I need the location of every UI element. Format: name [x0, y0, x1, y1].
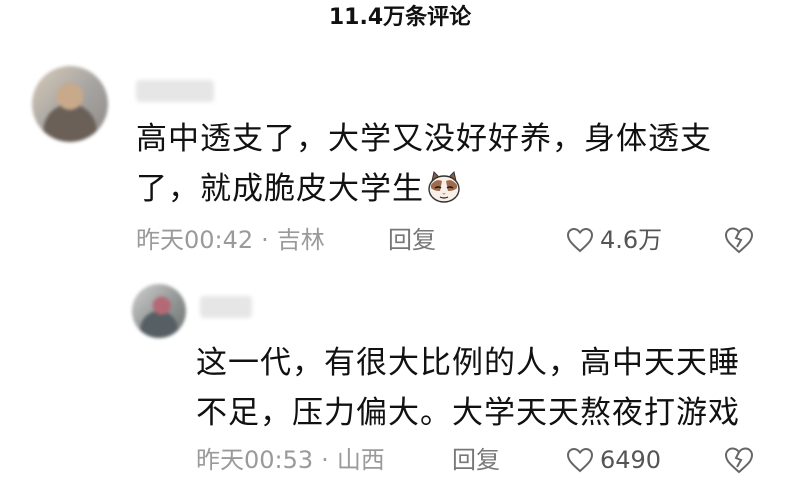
reply-location: 山西 [336, 446, 385, 474]
username-blurred[interactable] [136, 80, 214, 102]
like-button[interactable]: 4.6万 [566, 225, 662, 255]
reply-text-line: 这一代，有很大比例的人，高中天天睡 [196, 345, 740, 381]
comment-text-line: 高中透支了，大学又没好好养，身体透支 [136, 121, 712, 157]
cat-face-icon [426, 169, 462, 205]
reply-text: 这一代，有很大比例的人，高中天天睡 不足，压力偏大。大学天天熬夜打游戏 [196, 338, 786, 438]
reply-like-button[interactable]: 6490 [566, 445, 661, 475]
dislike-button[interactable] [724, 226, 754, 254]
heart-outline-icon [566, 447, 594, 473]
separator-dot: · [261, 226, 269, 254]
comment-location: 吉林 [276, 226, 325, 254]
separator-dot: · [321, 446, 329, 474]
like-count: 4.6万 [600, 226, 663, 254]
reply-meta: 昨天00:53 · 山西 [196, 445, 385, 475]
reply-username-blurred[interactable] [200, 296, 252, 318]
comment-time: 昨天00:42 [136, 226, 254, 254]
reply-like-count: 6490 [600, 446, 662, 474]
broken-heart-icon [724, 227, 754, 254]
reply-time: 昨天00:53 [196, 446, 314, 474]
heart-outline-icon [566, 227, 594, 253]
comment-text: 高中透支了，大学又没好好养，身体透支 了，就成脆皮大学生 [136, 114, 756, 214]
comments-header: 11.4万条评论 [0, 0, 800, 36]
avatar[interactable] [32, 66, 108, 142]
reply-button[interactable]: 回复 [388, 225, 436, 255]
comment-text-line: 了，就成脆皮大学生 [136, 164, 756, 214]
comment-meta: 昨天00:42 · 吉林 [136, 225, 325, 255]
reply-button[interactable]: 回复 [452, 445, 500, 475]
reply-avatar[interactable] [132, 284, 186, 338]
reply-text-line: 不足，压力偏大。大学天天熬夜打游戏 [196, 395, 740, 431]
comment-count-title: 11.4万条评论 [328, 5, 472, 30]
broken-heart-icon [724, 447, 754, 474]
reply-dislike-button[interactable] [724, 446, 754, 474]
